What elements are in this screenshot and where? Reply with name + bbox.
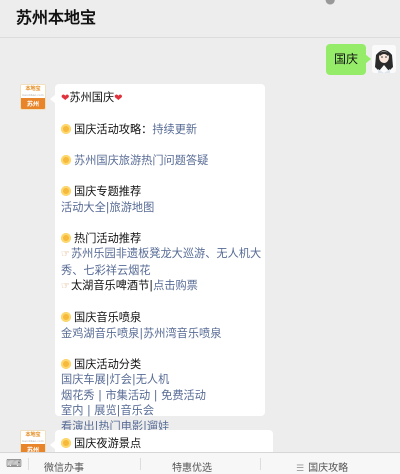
jinji-fountain-link[interactable]: 金鸡湖音乐喷泉 (61, 327, 139, 340)
avatar-brand: 本地宝 (25, 432, 41, 438)
fountain-heading: 国庆音乐喷泉 (74, 311, 142, 324)
pointing-hand-icon: ☞ (61, 249, 70, 260)
suzhou-bay-fountain-link[interactable]: 苏州湾音乐喷泉 (143, 327, 221, 340)
indoor-link[interactable]: 室内 (61, 404, 83, 417)
user-message-row: 国庆 (0, 44, 400, 78)
bot-avatar[interactable]: 本地宝 bendibao.com 苏州 (20, 84, 46, 110)
category-heading: 国庆活动分类 (74, 357, 142, 371)
avatar-brand: 本地宝 (25, 86, 41, 92)
beer-festival-text: 太湖音乐啤酒节| (70, 279, 154, 292)
travel-map-link[interactable]: 旅游地图 (110, 201, 155, 214)
header-divider (0, 37, 400, 38)
menu-lines-icon: ☰ (296, 464, 305, 474)
lantern-link[interactable]: 灯会 (110, 373, 132, 386)
avatar-domain: bendibao.com (22, 439, 44, 443)
sun-bullet-icon (61, 312, 71, 322)
chat-header: ● ··· 苏州本地宝 (0, 0, 400, 38)
person-icon[interactable]: ● (325, 0, 335, 6)
topic-heading: 国庆专题推荐 (74, 185, 142, 198)
suzhou-park-link-cont[interactable]: 秀、七彩祥云烟花 (61, 264, 151, 277)
market-link[interactable]: 市集活动 (105, 389, 150, 402)
faq-link[interactable]: 苏州国庆旅游热门问题答疑 (74, 154, 208, 167)
exhibition-link[interactable]: 展览 (94, 404, 116, 417)
drone-link[interactable]: 无人机 (136, 373, 170, 386)
strategy-label: 国庆活动攻略： (74, 123, 153, 136)
concert-link[interactable]: 音乐会 (120, 404, 154, 417)
user-avatar-image (372, 45, 396, 73)
card-title: 苏州国庆 (69, 91, 115, 104)
heart-icon: ❤ (114, 93, 123, 104)
user-avatar[interactable] (372, 45, 396, 73)
user-message-bubble[interactable]: 国庆 (325, 44, 372, 75)
sun-bullet-icon (61, 124, 71, 134)
sun-bullet-icon (61, 232, 71, 243)
bottom-menu-bar: ⌨ 微信办事 特惠优选 ☰ 国庆攻略 (0, 452, 400, 474)
avatar-city: 苏州 (21, 98, 45, 109)
buy-ticket-link[interactable]: 点击购票 (153, 279, 198, 292)
more-icon[interactable]: ··· (378, 0, 389, 6)
hot-heading: 热门活动推荐 (74, 231, 142, 245)
reply-card: ❤苏州国庆❤ 国庆活动攻略：持续更新 苏州国庆旅游热门问题答疑 国庆专题推荐 活… (50, 84, 265, 433)
suzhou-park-link[interactable]: 苏州乐园非遗板凳龙大巡游、无人机大 (71, 247, 261, 260)
keyboard-icon[interactable]: ⌨ (6, 457, 22, 470)
strategy-link[interactable]: 持续更新 (152, 123, 197, 136)
menu-wechat-services[interactable]: 微信办事 (44, 459, 84, 474)
chat-title: 苏州本地宝 (16, 8, 97, 27)
fireworks-link[interactable]: 烟花秀 (61, 389, 95, 402)
card-title-line: ❤苏州国庆❤ (61, 90, 259, 107)
sun-bullet-icon (61, 155, 71, 165)
menu-national-day-guide[interactable]: ☰ 国庆攻略 (296, 459, 348, 474)
free-activities-link[interactable]: 免费活动 (161, 389, 206, 402)
menu-national-day-guide-label: 国庆攻略 (308, 463, 349, 474)
car-show-link[interactable]: 国庆车展 (61, 373, 106, 386)
menu-special-offers[interactable]: 特惠优选 (172, 459, 212, 474)
avatar-domain: bendibao.com (22, 93, 44, 97)
sun-bullet-icon (61, 358, 71, 369)
activities-link[interactable]: 活动大全 (61, 201, 106, 214)
sun-bullet-icon (61, 186, 71, 196)
night-tour-heading: 国庆夜游景点 (74, 437, 142, 450)
sun-bullet-icon (61, 438, 71, 448)
pointing-hand-icon: ☞ (61, 281, 70, 292)
